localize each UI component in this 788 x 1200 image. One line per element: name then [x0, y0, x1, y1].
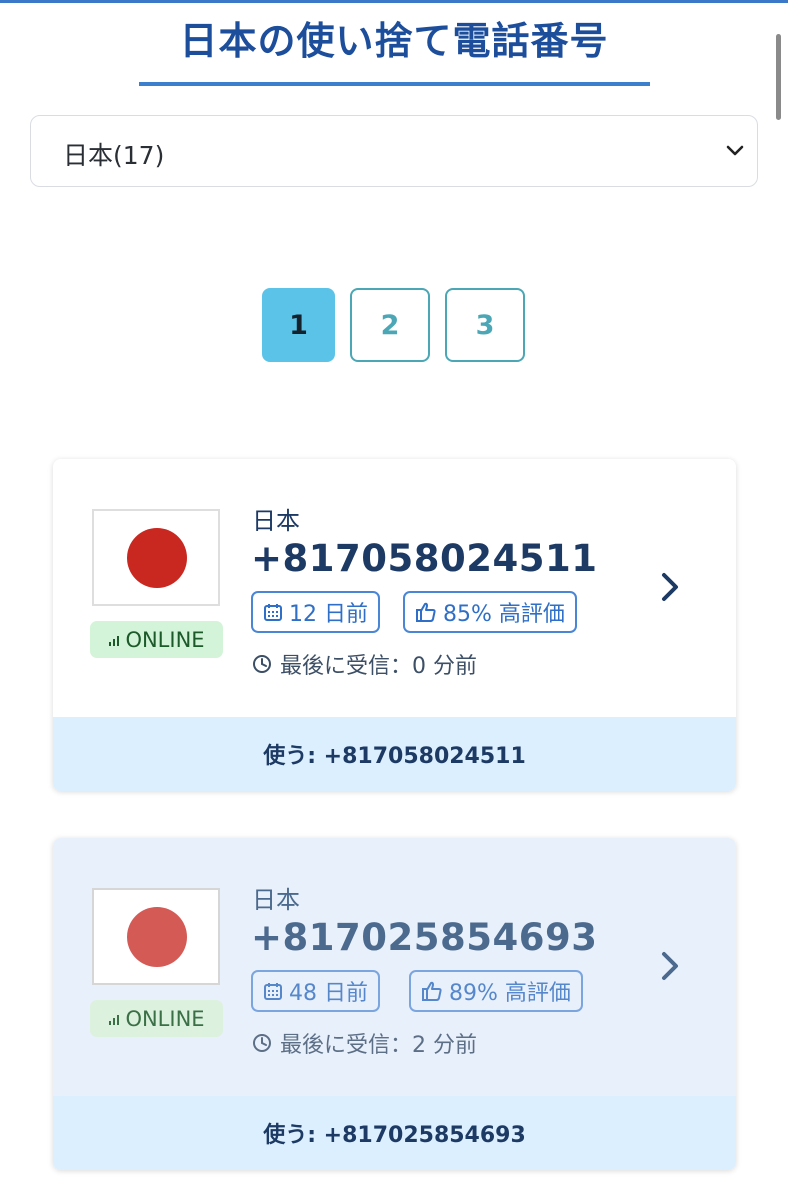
online-label: ONLINE	[125, 627, 205, 652]
title-underline	[139, 82, 650, 86]
signal-icon	[109, 635, 120, 646]
thumbs-up-icon	[416, 602, 436, 622]
clock-icon	[253, 655, 271, 673]
page-title: 日本の使い捨て電話番号	[179, 19, 609, 63]
page-button-3[interactable]: 3	[445, 288, 525, 362]
last-received-text: 最後に受信：0 分前	[280, 654, 477, 679]
number-card[interactable]: ONLINE 日本 +817025854693 48 日前 89% 高評価 最後…	[53, 838, 736, 1170]
calendar-icon	[264, 604, 282, 621]
card-main[interactable]: ONLINE 日本 +817058024511 12 日前 85% 高評価 最後…	[53, 459, 736, 717]
age-text: 12 日前	[289, 602, 368, 627]
flag-disc	[127, 907, 187, 967]
online-badge: ONLINE	[90, 1000, 223, 1037]
signal-icon	[109, 1014, 120, 1025]
country-select[interactable]: 日本(17)	[30, 115, 758, 187]
calendar-icon	[264, 983, 282, 1000]
use-number-button[interactable]: 使う: +817025854693	[53, 1096, 736, 1170]
chevron-right-icon[interactable]	[656, 946, 684, 986]
last-received: 最後に受信：2 分前	[252, 1027, 477, 1059]
thumbs-up-icon	[422, 981, 442, 1001]
japan-flag-icon	[92, 888, 220, 985]
age-text: 48 日前	[289, 981, 368, 1006]
phone-number: +817025854693	[251, 916, 598, 959]
last-received-text: 最後に受信：2 分前	[280, 1033, 477, 1058]
card-main[interactable]: ONLINE 日本 +817025854693 48 日前 89% 高評価 最後…	[53, 838, 736, 1096]
flag-disc	[127, 528, 187, 588]
country-name: 日本	[252, 886, 300, 914]
rating-badge: 89% 高評価	[409, 970, 583, 1012]
country-select-value: 日本(17)	[63, 141, 165, 170]
chevron-right-icon[interactable]	[656, 567, 684, 607]
age-badge: 48 日前	[251, 970, 380, 1012]
online-badge: ONLINE	[90, 621, 223, 658]
chevron-down-icon	[726, 145, 744, 156]
clock-icon	[253, 1034, 271, 1052]
phone-number: +817058024511	[251, 537, 598, 580]
page-button-2[interactable]: 2	[350, 288, 430, 362]
rating-text: 89% 高評価	[449, 981, 571, 1006]
japan-flag-icon	[92, 509, 220, 606]
age-badge: 12 日前	[251, 591, 380, 633]
top-border	[0, 0, 788, 3]
page-button-1[interactable]: 1	[262, 288, 335, 362]
country-name: 日本	[252, 507, 300, 535]
online-label: ONLINE	[125, 1006, 205, 1031]
use-number-button[interactable]: 使う: +817058024511	[53, 717, 736, 791]
number-card[interactable]: ONLINE 日本 +817058024511 12 日前 85% 高評価 最後…	[53, 459, 736, 791]
rating-text: 85% 高評価	[443, 602, 565, 627]
last-received: 最後に受信：0 分前	[252, 648, 477, 680]
rating-badge: 85% 高評価	[403, 591, 577, 633]
